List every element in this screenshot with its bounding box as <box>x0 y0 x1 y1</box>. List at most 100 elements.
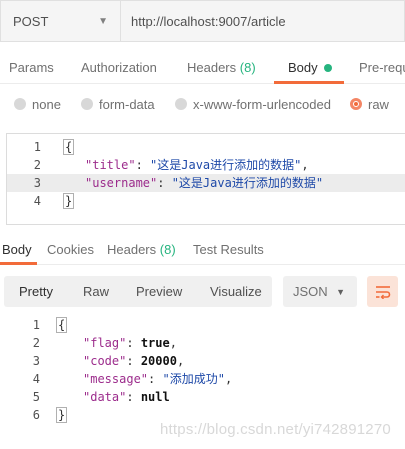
json-sep: : <box>126 390 141 404</box>
radio-form-data[interactable]: form-data <box>81 93 155 115</box>
open-brace: { <box>63 139 75 155</box>
tab-response-headers-count: (8) <box>159 242 176 257</box>
tab-pre-request-script[interactable]: Pre-requ <box>359 52 405 84</box>
json-key: "data" <box>83 390 127 404</box>
text-wrap-icon <box>375 285 390 299</box>
radio-none[interactable]: none <box>14 93 61 115</box>
radio-circle-icon <box>175 98 187 110</box>
json-key: "code" <box>83 354 127 368</box>
line-number: 6 <box>32 408 40 422</box>
json-sep: : <box>135 158 151 172</box>
tab-response-headers-label: Headers <box>107 242 157 257</box>
json-key: "username" <box>85 176 158 190</box>
radio-selected-icon <box>350 98 362 110</box>
code-line-highlighted: 3 "username": "这是Java进行添加的数据" <box>7 174 405 192</box>
view-pretty-button[interactable]: Pretty <box>19 276 53 307</box>
json-sep: : <box>126 354 141 368</box>
code-line: 4 "message": "添加成功", <box>6 370 405 388</box>
radio-form-data-label: form-data <box>99 96 155 112</box>
tab-response-headers[interactable]: Headers (8) <box>107 237 176 263</box>
method-label: POST <box>13 13 49 29</box>
json-value: 20000 <box>140 354 177 368</box>
line-number: 1 <box>32 318 40 332</box>
request-body-editor[interactable]: 1 { 2 "title": "这是Java进行添加的数据", 3 "usern… <box>6 133 405 225</box>
json-comma: , <box>176 354 185 368</box>
code-line: 1 { <box>6 316 405 334</box>
line-number: 1 <box>33 140 41 154</box>
radio-urlencoded-label: x-www-form-urlencoded <box>193 96 331 112</box>
radio-circle-icon <box>14 98 26 110</box>
tab-body-label: Body <box>288 60 318 75</box>
url-input[interactable]: http://localhost:9007/article <box>120 0 405 42</box>
close-brace: } <box>63 193 75 209</box>
line-content: } <box>56 406 68 424</box>
json-sep: : <box>148 372 163 386</box>
format-select[interactable]: JSON ▼ <box>283 276 357 307</box>
tab-test-results[interactable]: Test Results <box>193 237 264 263</box>
line-content: "code": 20000, <box>83 352 184 370</box>
code-line: 4 } <box>7 192 405 210</box>
tab-cookies[interactable]: Cookies <box>47 237 94 263</box>
watermark: https://blog.csdn.net/yi742891270 <box>160 421 391 438</box>
radio-raw-label: raw <box>368 96 389 112</box>
json-value: "这是Java进行添加的数据" <box>150 158 302 172</box>
format-label: JSON <box>293 284 328 299</box>
line-content: "data": null <box>83 388 170 406</box>
line-number: 5 <box>32 390 40 404</box>
line-content: } <box>63 192 75 210</box>
line-content: "title": "这是Java进行添加的数据", <box>85 156 309 174</box>
wrap-lines-button[interactable] <box>367 276 398 307</box>
tab-body[interactable]: Body <box>288 52 332 84</box>
tab-response-body[interactable]: Body <box>2 237 32 263</box>
tab-headers-label: Headers <box>187 60 237 75</box>
line-content: "message": "添加成功", <box>83 370 232 388</box>
response-body-viewer[interactable]: 1 { 2 "flag": true, 3 "code": 20000, 4 "… <box>6 316 405 428</box>
line-content: "username": "这是Java进行添加的数据" <box>85 174 323 192</box>
method-select[interactable]: POST ▼ <box>0 0 120 42</box>
json-key: "message" <box>83 372 149 386</box>
code-line: 5 "data": null <box>6 388 405 406</box>
radio-circle-icon <box>81 98 93 110</box>
radio-raw[interactable]: raw <box>350 93 389 115</box>
line-number: 3 <box>32 354 40 368</box>
json-value: "这是Java进行添加的数据" <box>171 176 324 190</box>
tab-headers-count: (8) <box>239 60 256 75</box>
code-line: 2 "title": "这是Java进行添加的数据", <box>7 156 405 174</box>
view-preview-button[interactable]: Preview <box>136 276 182 307</box>
request-tabs: Params Authorization Headers (8) Body Pr… <box>0 52 405 84</box>
json-value: null <box>140 390 170 404</box>
line-number: 4 <box>32 372 40 386</box>
line-content: { <box>63 138 75 156</box>
body-type-radios: none form-data x-www-form-urlencoded raw <box>0 93 405 115</box>
radio-none-label: none <box>32 96 61 112</box>
body-modified-dot-icon <box>323 63 332 72</box>
line-number: 2 <box>32 336 40 350</box>
json-sep: : <box>157 176 172 190</box>
json-value: "添加成功" <box>162 372 225 386</box>
view-visualize-button[interactable]: Visualize <box>210 276 262 307</box>
active-tab-indicator <box>274 81 344 84</box>
line-content: { <box>56 316 68 334</box>
response-tabs: Body Cookies Headers (8) Test Results <box>0 237 405 265</box>
json-comma: , <box>301 158 309 172</box>
view-raw-button[interactable]: Raw <box>83 276 109 307</box>
line-number: 2 <box>33 158 41 172</box>
json-sep: : <box>126 336 141 350</box>
request-url-bar: POST ▼ http://localhost:9007/article <box>0 0 405 42</box>
tab-params[interactable]: Params <box>9 52 54 84</box>
json-value: true <box>140 336 170 350</box>
json-key: "flag" <box>83 336 127 350</box>
code-line: 1 { <box>7 138 405 156</box>
active-response-tab-indicator <box>0 262 37 265</box>
response-view-toolbar: Pretty Raw Preview Visualize <box>4 276 272 307</box>
code-line: 3 "code": 20000, <box>6 352 405 370</box>
tab-headers[interactable]: Headers (8) <box>187 52 256 84</box>
line-number: 4 <box>33 194 41 208</box>
tab-authorization[interactable]: Authorization <box>81 52 157 84</box>
chevron-down-icon: ▼ <box>98 15 108 27</box>
code-line: 2 "flag": true, <box>6 334 405 352</box>
json-comma: , <box>224 372 233 386</box>
json-key: "title" <box>85 158 136 172</box>
line-content: "flag": true, <box>83 334 177 352</box>
radio-urlencoded[interactable]: x-www-form-urlencoded <box>175 93 331 115</box>
